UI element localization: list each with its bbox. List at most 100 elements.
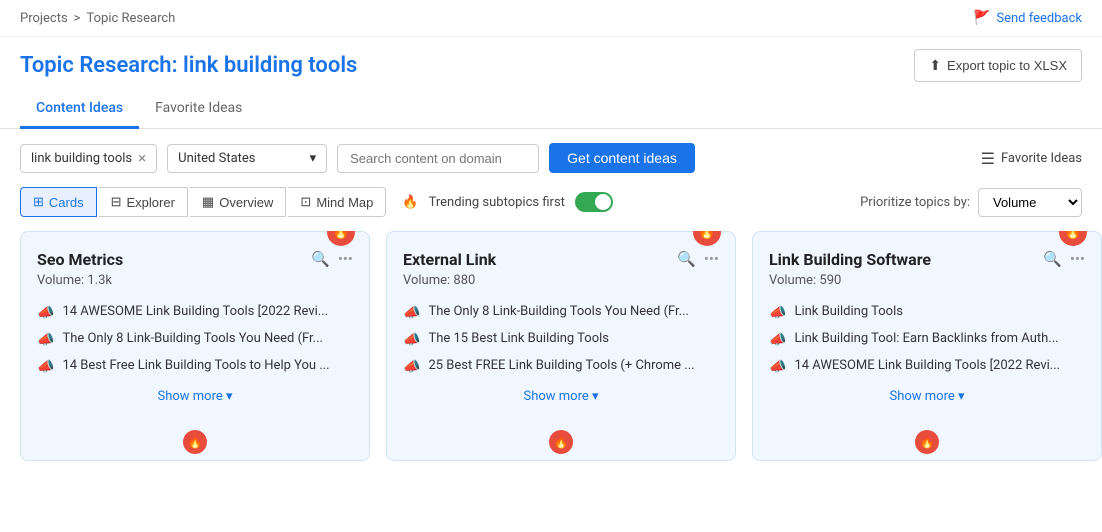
megaphone-icon: 📣 <box>769 305 786 321</box>
show-more-button[interactable]: Show more ▾ <box>403 375 719 420</box>
show-more-button[interactable]: Show more ▾ <box>769 375 1085 420</box>
toolbar: link building tools × United States ▾ Ge… <box>0 129 1102 187</box>
trending-fire-badge: 🔥 <box>693 231 721 246</box>
send-feedback-label: Send feedback <box>996 11 1082 26</box>
card-item-text[interactable]: The Only 8 Link-Building Tools You Need … <box>428 304 689 319</box>
country-select[interactable]: United States ▾ <box>167 144 327 173</box>
flag-icon: 🚩 <box>973 10 990 26</box>
card-actions: 🔍 ••• <box>677 250 719 268</box>
search-icon[interactable]: 🔍 <box>677 250 696 268</box>
prioritize-select[interactable]: Volume Difficulty Relevance <box>978 188 1082 217</box>
prioritize-section: Prioritize topics by: Volume Difficulty … <box>860 188 1082 217</box>
page-header: Topic Research: link building tools ⬆ Ex… <box>0 37 1102 82</box>
top-bar: Projects > Topic Research 🚩 Send feedbac… <box>0 0 1102 37</box>
view-toolbar: ⊞ Cards ⊟ Explorer ▦ Overview ⊡ Mind Map… <box>0 187 1102 231</box>
table-icon: ⊟ <box>111 194 122 210</box>
cards-label: Cards <box>49 195 84 210</box>
card-item: 📣 Link Building Tool: Earn Backlinks fro… <box>769 331 1085 348</box>
search-tag-text: link building tools <box>31 151 132 166</box>
card-item-text[interactable]: The Only 8 Link-Building Tools You Need … <box>62 331 323 346</box>
card-item-text[interactable]: 14 AWESOME Link Building Tools [2022 Rev… <box>794 358 1060 373</box>
card-header: External Link 🔍 ••• <box>403 250 719 269</box>
view-cards-button[interactable]: ⊞ Cards <box>20 187 97 217</box>
cards-icon: ⊞ <box>33 194 44 210</box>
search-icon[interactable]: 🔍 <box>311 250 330 268</box>
flame-bottom: 🔥 <box>403 420 719 460</box>
get-content-ideas-button[interactable]: Get content ideas <box>549 143 695 173</box>
card-volume: Volume: 1.3k <box>37 273 353 288</box>
overview-icon: ▦ <box>202 194 214 210</box>
trending-fire-badge: 🔥 <box>327 231 355 246</box>
send-feedback-link[interactable]: 🚩 Send feedback <box>973 10 1082 26</box>
card-item-text[interactable]: Link Building Tools <box>794 304 903 319</box>
card-actions: 🔍 ••• <box>1043 250 1085 268</box>
breadcrumb-sep: > <box>74 11 81 26</box>
search-icon[interactable]: 🔍 <box>1043 250 1062 268</box>
card-item-text[interactable]: 25 Best FREE Link Building Tools (+ Chro… <box>428 358 694 373</box>
card-items: 📣 Link Building Tools 📣 Link Building To… <box>769 304 1085 375</box>
fire-icon: 🔥 <box>402 195 418 210</box>
search-tag: link building tools × <box>20 144 157 173</box>
overview-label: Overview <box>219 195 273 210</box>
card-items: 📣 14 AWESOME Link Building Tools [2022 R… <box>37 304 353 375</box>
remove-tag-icon[interactable]: × <box>138 151 146 166</box>
card-item: 📣 Link Building Tools <box>769 304 1085 321</box>
card-item-text[interactable]: 14 AWESOME Link Building Tools [2022 Rev… <box>62 304 328 319</box>
tab-favorite-ideas[interactable]: Favorite Ideas <box>139 92 258 129</box>
card-seo-metrics: 🔥 Seo Metrics 🔍 ••• Volume: 1.3k 📣 14 AW… <box>20 231 370 461</box>
trending-section: 🔥 Trending subtopics first <box>402 192 613 212</box>
card-item-text[interactable]: The 15 Best Link Building Tools <box>428 331 609 346</box>
cards-area: 🔥 Seo Metrics 🔍 ••• Volume: 1.3k 📣 14 AW… <box>0 231 1102 461</box>
tabs-bar: Content Ideas Favorite Ideas <box>0 82 1102 129</box>
country-label: United States <box>178 151 255 166</box>
card-volume: Volume: 880 <box>403 273 719 288</box>
card-item: 📣 14 Best Free Link Building Tools to He… <box>37 358 353 375</box>
toggle-knob <box>595 194 611 210</box>
favorite-ideas-button[interactable]: ☰ Favorite Ideas <box>981 149 1082 168</box>
flame-bottom-icon: 🔥 <box>549 430 573 454</box>
more-options-icon[interactable]: ••• <box>338 250 353 268</box>
view-explorer-button[interactable]: ⊟ Explorer <box>99 187 188 217</box>
card-item-text[interactable]: 14 Best Free Link Building Tools to Help… <box>62 358 329 373</box>
megaphone-icon: 📣 <box>403 359 420 375</box>
card-external-link: 🔥 External Link 🔍 ••• Volume: 880 📣 The … <box>386 231 736 461</box>
page-title-keyword: link building tools <box>183 53 357 78</box>
flame-bottom: 🔥 <box>37 420 353 460</box>
domain-search-input[interactable] <box>337 144 539 173</box>
upload-icon: ⬆ <box>929 57 941 74</box>
card-volume: Volume: 590 <box>769 273 1085 288</box>
mindmap-icon: ⊡ <box>300 194 311 210</box>
card-title: Link Building Software <box>769 250 931 269</box>
flame-bottom-icon: 🔥 <box>915 430 939 454</box>
more-options-icon[interactable]: ••• <box>704 250 719 268</box>
card-header: Seo Metrics 🔍 ••• <box>37 250 353 269</box>
card-item: 📣 The Only 8 Link-Building Tools You Nee… <box>37 331 353 348</box>
card-item: 📣 The Only 8 Link-Building Tools You Nee… <box>403 304 719 321</box>
tab-content-ideas[interactable]: Content Ideas <box>20 92 139 129</box>
favorite-ideas-label: Favorite Ideas <box>1001 151 1082 166</box>
mindmap-label: Mind Map <box>316 195 373 210</box>
page-title-prefix: Topic Research: <box>20 53 183 78</box>
breadcrumb: Projects > Topic Research <box>20 11 175 26</box>
trending-toggle[interactable] <box>575 192 613 212</box>
breadcrumb-projects[interactable]: Projects <box>20 11 68 26</box>
more-options-icon[interactable]: ••• <box>1070 250 1085 268</box>
view-mindmap-button[interactable]: ⊡ Mind Map <box>288 187 386 217</box>
show-more-button[interactable]: Show more ▾ <box>37 375 353 420</box>
card-item: 📣 14 AWESOME Link Building Tools [2022 R… <box>37 304 353 321</box>
card-title: Seo Metrics <box>37 250 123 269</box>
megaphone-icon: 📣 <box>769 332 786 348</box>
card-link-building-software: 🔥 Link Building Software 🔍 ••• Volume: 5… <box>752 231 1102 461</box>
megaphone-icon: 📣 <box>403 332 420 348</box>
card-header: Link Building Software 🔍 ••• <box>769 250 1085 269</box>
flame-bottom: 🔥 <box>769 420 1085 460</box>
megaphone-icon: 📣 <box>37 332 54 348</box>
megaphone-icon: 📣 <box>769 359 786 375</box>
trending-label: Trending subtopics first <box>429 195 565 210</box>
card-items: 📣 The Only 8 Link-Building Tools You Nee… <box>403 304 719 375</box>
trending-fire-badge: 🔥 <box>1059 231 1087 246</box>
megaphone-icon: 📣 <box>37 359 54 375</box>
export-button[interactable]: ⬆ Export topic to XLSX <box>914 49 1082 82</box>
card-item-text[interactable]: Link Building Tool: Earn Backlinks from … <box>794 331 1058 346</box>
view-overview-button[interactable]: ▦ Overview <box>190 187 286 217</box>
